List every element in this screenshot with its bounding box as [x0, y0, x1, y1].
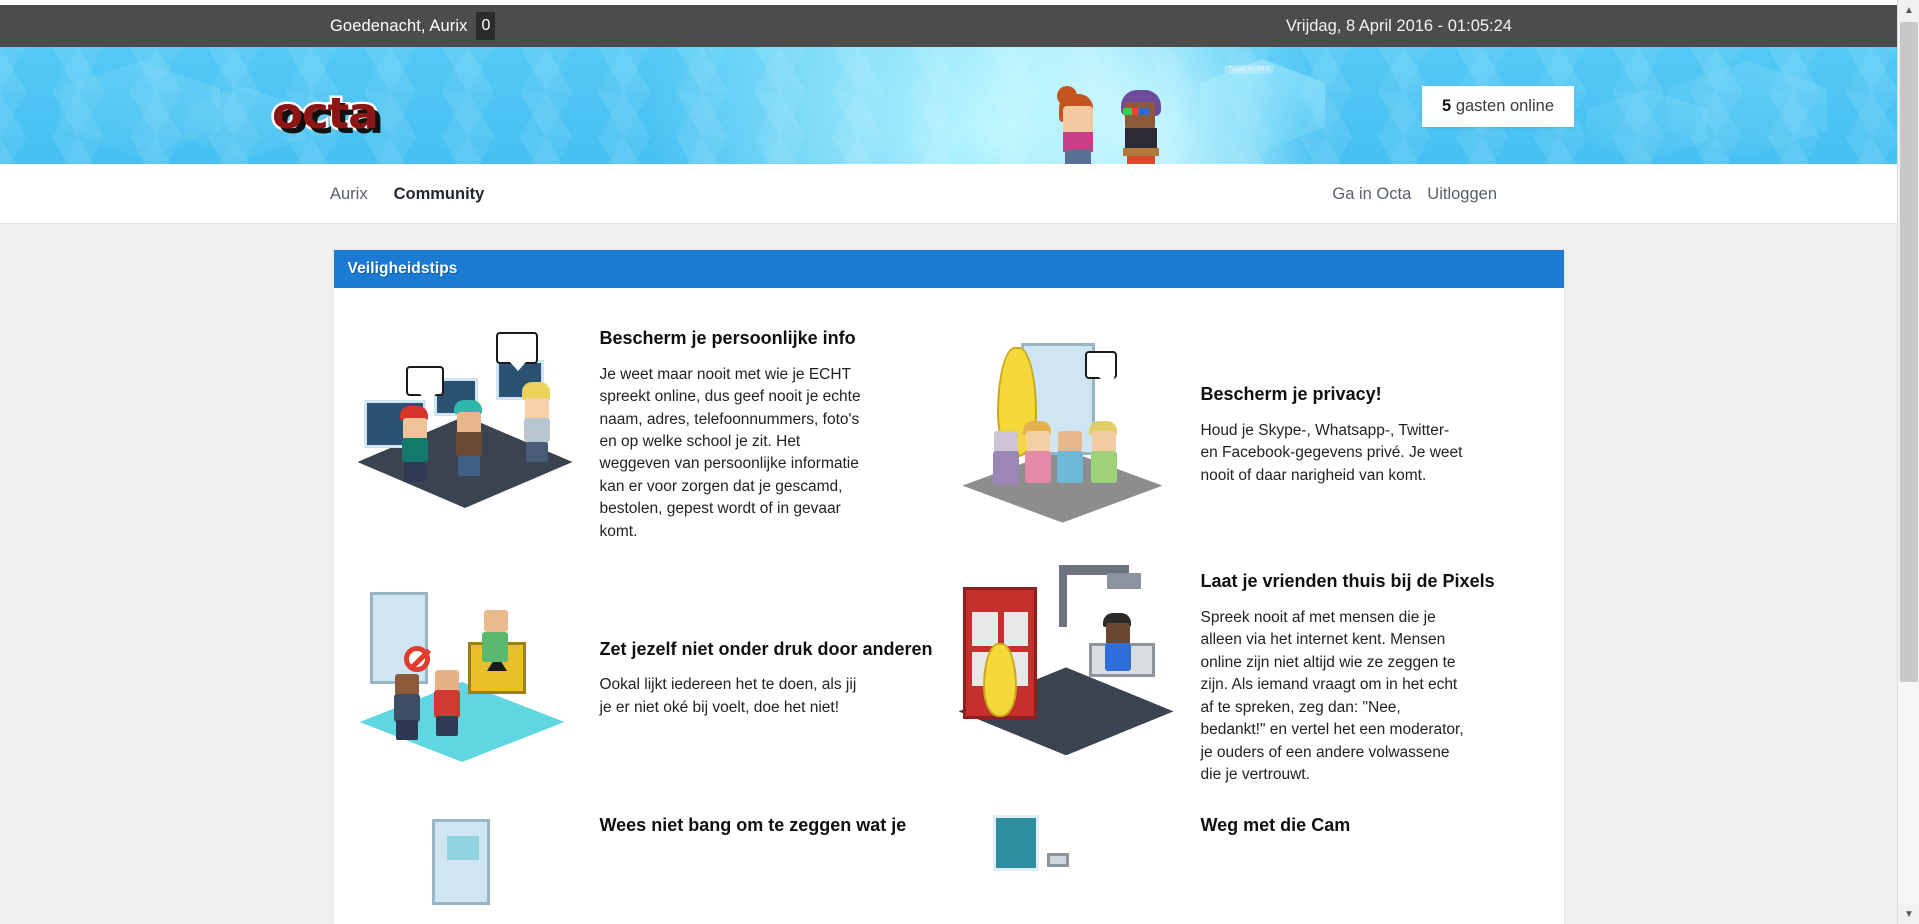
banana-and-group-illustration — [949, 335, 1193, 531]
speak-up-illustration — [348, 809, 592, 924]
page-root: Goedenacht, Aurix 0 Vrijdag, 8 April 201… — [0, 0, 1919, 924]
tips-grid: Bescherm je persoonlijke info Je weet ma… — [348, 322, 1550, 924]
tip-description: Houd je Skype-, Whatsapp-, Twitter- en F… — [1200, 421, 1463, 484]
octa-logo[interactable]: octa — [269, 89, 381, 140]
guests-online-badge[interactable]: 5 gasten online — [1422, 86, 1574, 127]
page-content-area: Veiligheidstips Bescherm je persoonlijke… — [0, 224, 1897, 924]
tip-description: Spreek nooit af met mensen die je alleen… — [1200, 608, 1464, 784]
tip-text-block: Zet jezelf niet onder druk door anderen … — [600, 633, 949, 720]
guests-online-label: gasten online — [1455, 97, 1554, 115]
main-navigation-bar: Aurix Community Ga in Octa Uitloggen — [0, 164, 1897, 224]
tip-text-block: Bescherm je privacy! Houd je Skype-, Wha… — [1201, 378, 1550, 487]
scroll-down-arrow-icon[interactable]: ▼ — [1898, 904, 1919, 924]
scroll-up-arrow-icon[interactable]: ▲ — [1898, 0, 1919, 20]
tip-card-bescherm-persoonlijke-info: Bescherm je persoonlijke info Je weet ma… — [348, 322, 949, 565]
tip-description: Je weet maar nooit met wie je ECHT spree… — [599, 365, 861, 540]
avatar-boy — [1113, 78, 1175, 164]
tip-text-block: Laat je vrienden thuis bij de Pixels Spr… — [1201, 565, 1550, 786]
panel-body: Bescherm je persoonlijke info Je weet ma… — [334, 288, 1564, 924]
scrollbar-thumb[interactable] — [1900, 22, 1918, 682]
tip-title: Weg met die Cam — [1200, 814, 1351, 835]
notification-count-badge[interactable]: 0 — [476, 12, 496, 40]
panel-header: Veiligheidstips — [333, 250, 1564, 288]
nav-left-group: Aurix Community — [330, 164, 484, 224]
nav-item-uitloggen[interactable]: Uitloggen — [1427, 185, 1497, 204]
tip-title: Bescherm je persoonlijke info — [599, 328, 856, 348]
scrollbar-track[interactable] — [1898, 682, 1919, 904]
kids-at-computers-illustration — [348, 322, 592, 518]
tip-title: Wees niet bang om te zeggen wat je — [599, 814, 907, 835]
browser-viewport: Goedenacht, Aurix 0 Vrijdag, 8 April 201… — [0, 0, 1897, 924]
tip-card-bescherm-je-privacy: Bescherm je privacy! Houd je Skype-, Wha… — [949, 322, 1550, 565]
nav-right-group: Ga in Octa Uitloggen — [1332, 164, 1497, 224]
tip-text-block: Bescherm je persoonlijke info Je weet ma… — [600, 322, 949, 543]
panel-title: Veiligheidstips — [347, 260, 458, 277]
tip-title: Zet jezelf niet onder druk door anderen — [599, 638, 933, 659]
tip-card-wees-niet-bang: Wees niet bang om te zeggen wat je — [348, 809, 949, 924]
tip-card-laat-je-vrienden-thuis: Laat je vrienden thuis bij de Pixels Spr… — [949, 565, 1550, 808]
greeting-block: Goedenacht, Aurix 0 — [330, 5, 496, 47]
tip-card-zet-jezelf-niet-onder-druk: Zet jezelf niet onder druk door anderen … — [348, 565, 949, 808]
datetime-text: Vrijdag, 8 April 2016 - 01:05:24 — [1286, 17, 1512, 35]
hologram-label: Total in 24h — [1224, 65, 1274, 74]
peer-pressure-illustration — [348, 578, 592, 774]
greeting-text: Goedenacht, Aurix — [330, 17, 468, 35]
safety-tips-panel: Veiligheidstips Bescherm je persoonlijke… — [333, 250, 1564, 924]
site-banner: octa Total in 24h 5 gasten online — [0, 47, 1897, 164]
guests-online-count: 5 — [1442, 97, 1452, 115]
tip-card-weg-met-die-cam: Weg met die Cam — [949, 809, 1550, 924]
tip-title: Bescherm je privacy! — [1200, 384, 1382, 405]
tip-text-block: Wees niet bang om te zeggen wat je — [600, 809, 949, 851]
nav-item-ga-in-octa[interactable]: Ga in Octa — [1332, 185, 1411, 204]
webcam-illustration — [949, 809, 1193, 924]
top-status-bar: Goedenacht, Aurix 0 Vrijdag, 8 April 201… — [0, 5, 1897, 47]
tip-description: Ookal lijkt iedereen het te doen, als ji… — [599, 676, 857, 716]
nav-item-community[interactable]: Community — [394, 185, 485, 204]
phonebooth-illustration — [949, 565, 1193, 761]
tip-title: Laat je vrienden thuis bij de Pixels — [1200, 571, 1495, 592]
page-scrollbar[interactable]: ▲ ▼ — [1897, 0, 1919, 924]
tip-text-block: Weg met die Cam — [1201, 809, 1550, 851]
banner-avatars — [1055, 78, 1185, 164]
nav-item-aurix[interactable]: Aurix — [330, 185, 368, 204]
octa-logo-text: octa — [269, 89, 381, 140]
avatar-girl — [1055, 84, 1107, 164]
